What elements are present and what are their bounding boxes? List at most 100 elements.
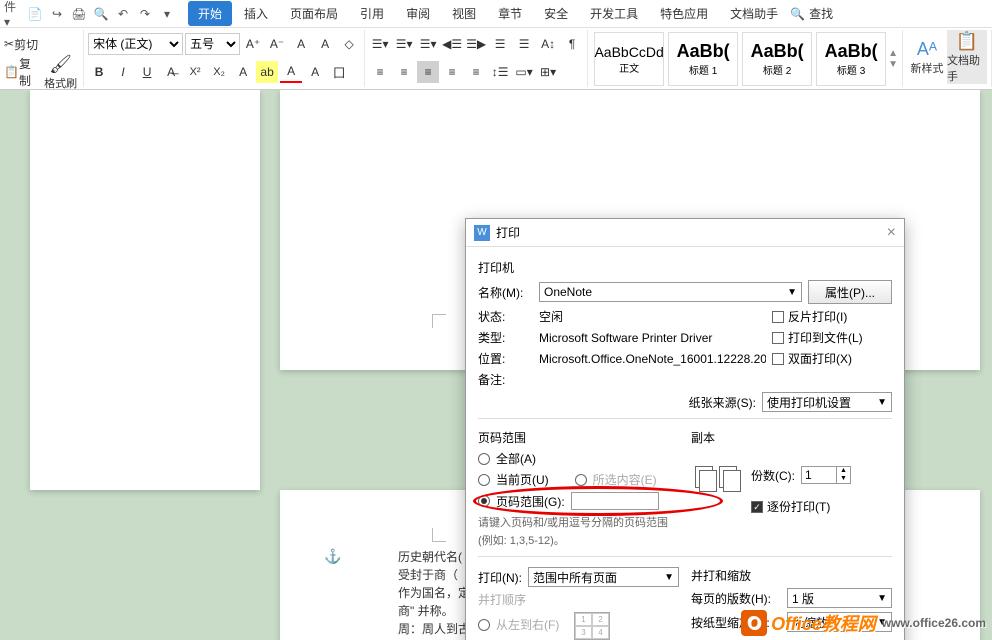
doc-assist-button[interactable]: 📋文档助手: [947, 30, 987, 84]
quick-access: 件▾ 📄 ↪ 🖨 🔍 ↶ ↷ ▾: [4, 5, 176, 23]
tab-layout[interactable]: 页面布局: [280, 1, 348, 26]
doc-text: 商" 并称。: [398, 602, 454, 620]
style-h3[interactable]: AaBb(标题 3: [816, 32, 886, 86]
grow-font-icon[interactable]: A⁺: [242, 33, 264, 55]
font-effect-button[interactable]: A: [232, 61, 254, 83]
copies-section: 副本 份数(C): ▲▼ ✓逐份打印(T): [691, 425, 892, 550]
tab-chapter[interactable]: 章节: [488, 1, 532, 26]
reverse-print-checkbox[interactable]: 反片打印(I): [772, 308, 892, 325]
spinner-up-icon[interactable]: ▲: [836, 467, 850, 475]
sort-icon[interactable]: A↕: [537, 33, 559, 55]
ltr-icon[interactable]: ☰: [489, 33, 511, 55]
sub-button[interactable]: X₂: [208, 61, 230, 83]
tab-insert[interactable]: 插入: [234, 1, 278, 26]
rtl-icon[interactable]: ☰: [513, 33, 535, 55]
watermark-logo-icon: O: [741, 610, 767, 636]
shading-icon[interactable]: ▭▾: [513, 61, 535, 83]
underline-button[interactable]: U: [136, 61, 158, 83]
search-area[interactable]: 🔍 查找: [790, 5, 833, 22]
highlight-button[interactable]: ab: [256, 61, 278, 83]
new-style-button[interactable]: Aᴬ新样式: [907, 30, 947, 84]
tab-reference[interactable]: 引用: [350, 1, 394, 26]
font-size-select[interactable]: 五号: [185, 33, 240, 55]
qa-arrow-icon[interactable]: ↪: [48, 5, 66, 23]
close-icon[interactable]: ×: [887, 224, 896, 242]
char-shading-button[interactable]: A: [304, 61, 326, 83]
italic-button[interactable]: I: [112, 61, 134, 83]
range-current-radio[interactable]: [478, 474, 490, 486]
font-name-select[interactable]: 宋体 (正文): [88, 33, 183, 55]
qa-save-icon[interactable]: 📄: [26, 5, 44, 23]
styles-group: AaBbCcDd正文 AaBb(标题 1 AaBb(标题 2 AaBb(标题 3…: [588, 30, 903, 87]
range-current-label: 当前页(U): [496, 471, 549, 488]
tab-start[interactable]: 开始: [188, 1, 232, 26]
case-b-icon[interactable]: A: [314, 33, 336, 55]
align-center-icon[interactable]: ≡: [393, 61, 415, 83]
status-value: 空闲: [539, 308, 766, 325]
style-down-icon[interactable]: ▼: [888, 59, 898, 70]
spinner-down-icon[interactable]: ▼: [836, 475, 850, 483]
align-justify-icon[interactable]: ≡: [441, 61, 463, 83]
super-button[interactable]: X²: [184, 61, 206, 83]
status-label: 状态:: [478, 308, 533, 325]
search-label: 查找: [809, 5, 833, 22]
qa-undo-icon[interactable]: ↶: [114, 5, 132, 23]
copies-section-label: 副本: [691, 429, 892, 446]
style-up-icon[interactable]: ▲: [888, 48, 898, 59]
comment-label: 备注:: [478, 371, 533, 388]
printn-combo[interactable]: 范围中所有页面▼: [528, 567, 679, 587]
tab-docassist[interactable]: 文档助手: [720, 1, 788, 26]
numbering-icon[interactable]: ☰▾: [393, 33, 415, 55]
multilevel-icon[interactable]: ☰▾: [417, 33, 439, 55]
shrink-font-icon[interactable]: A⁻: [266, 33, 288, 55]
line-spacing-icon[interactable]: ↕☰: [489, 61, 511, 83]
page-range-input[interactable]: [571, 492, 659, 510]
char-border-button[interactable]: 囗: [328, 61, 350, 83]
pagesper-combo[interactable]: 1 版▼: [787, 588, 892, 608]
tab-review[interactable]: 审阅: [396, 1, 440, 26]
collate-checkbox[interactable]: ✓逐份打印(T): [751, 498, 851, 515]
style-h1[interactable]: AaBb(标题 1: [668, 32, 738, 86]
indent-dec-icon[interactable]: ◀☰: [441, 33, 463, 55]
qa-redo-icon[interactable]: ↷: [136, 5, 154, 23]
order-preview-icon: 1234: [574, 612, 610, 640]
doc-text: 受封于商（: [398, 566, 458, 584]
indent-inc-icon[interactable]: ☰▶: [465, 33, 487, 55]
range-pages-radio[interactable]: [478, 495, 490, 507]
clear-format-icon[interactable]: ◇: [338, 33, 360, 55]
case-a-icon[interactable]: A: [290, 33, 312, 55]
properties-button[interactable]: 属性(P)...: [808, 280, 892, 304]
copies-spinner[interactable]: ▲▼: [801, 466, 851, 484]
bold-button[interactable]: B: [88, 61, 110, 83]
menu-bar: 件▾ 📄 ↪ 🖨 🔍 ↶ ↷ ▾ 开始 插入 页面布局 引用 审阅 视图 章节 …: [0, 0, 992, 28]
printer-name-combo[interactable]: OneNote▼: [539, 282, 802, 302]
font-color-button[interactable]: A: [280, 61, 302, 83]
tab-devtools[interactable]: 开发工具: [580, 1, 648, 26]
tab-security[interactable]: 安全: [534, 1, 578, 26]
borders-icon[interactable]: ⊞▾: [537, 61, 559, 83]
strike-button[interactable]: A̶: [160, 61, 182, 83]
print-to-file-checkbox[interactable]: 打印到文件(L): [772, 329, 892, 346]
qa-print-icon[interactable]: 🖨: [70, 5, 88, 23]
align-right-icon[interactable]: ≡: [417, 61, 439, 83]
qa-preview-icon[interactable]: 🔍: [92, 5, 110, 23]
file-menu-icon[interactable]: 件▾: [4, 5, 22, 23]
style-h2[interactable]: AaBb(标题 2: [742, 32, 812, 86]
chevron-down-icon: ▼: [664, 572, 674, 583]
duplex-checkbox[interactable]: 双面打印(X): [772, 350, 892, 367]
copy-button[interactable]: 📋复制: [4, 61, 40, 83]
cut-button[interactable]: ✂ 剪切: [4, 33, 38, 55]
qa-dropdown-icon[interactable]: ▾: [158, 5, 176, 23]
range-all-radio[interactable]: [478, 453, 490, 465]
doc-text: 作为国名，定: [398, 584, 470, 602]
align-dist-icon[interactable]: ≡: [465, 61, 487, 83]
tab-special[interactable]: 特色应用: [650, 1, 718, 26]
dialog-app-icon: W: [474, 225, 490, 241]
bullets-icon[interactable]: ☰▾: [369, 33, 391, 55]
showmarks-icon[interactable]: ¶: [561, 33, 583, 55]
style-normal[interactable]: AaBbCcDd正文: [594, 32, 664, 86]
chevron-down-icon: ▼: [787, 287, 797, 298]
paper-source-combo[interactable]: 使用打印机设置▼: [762, 392, 892, 412]
tab-view[interactable]: 视图: [442, 1, 486, 26]
align-left-icon[interactable]: ≡: [369, 61, 391, 83]
